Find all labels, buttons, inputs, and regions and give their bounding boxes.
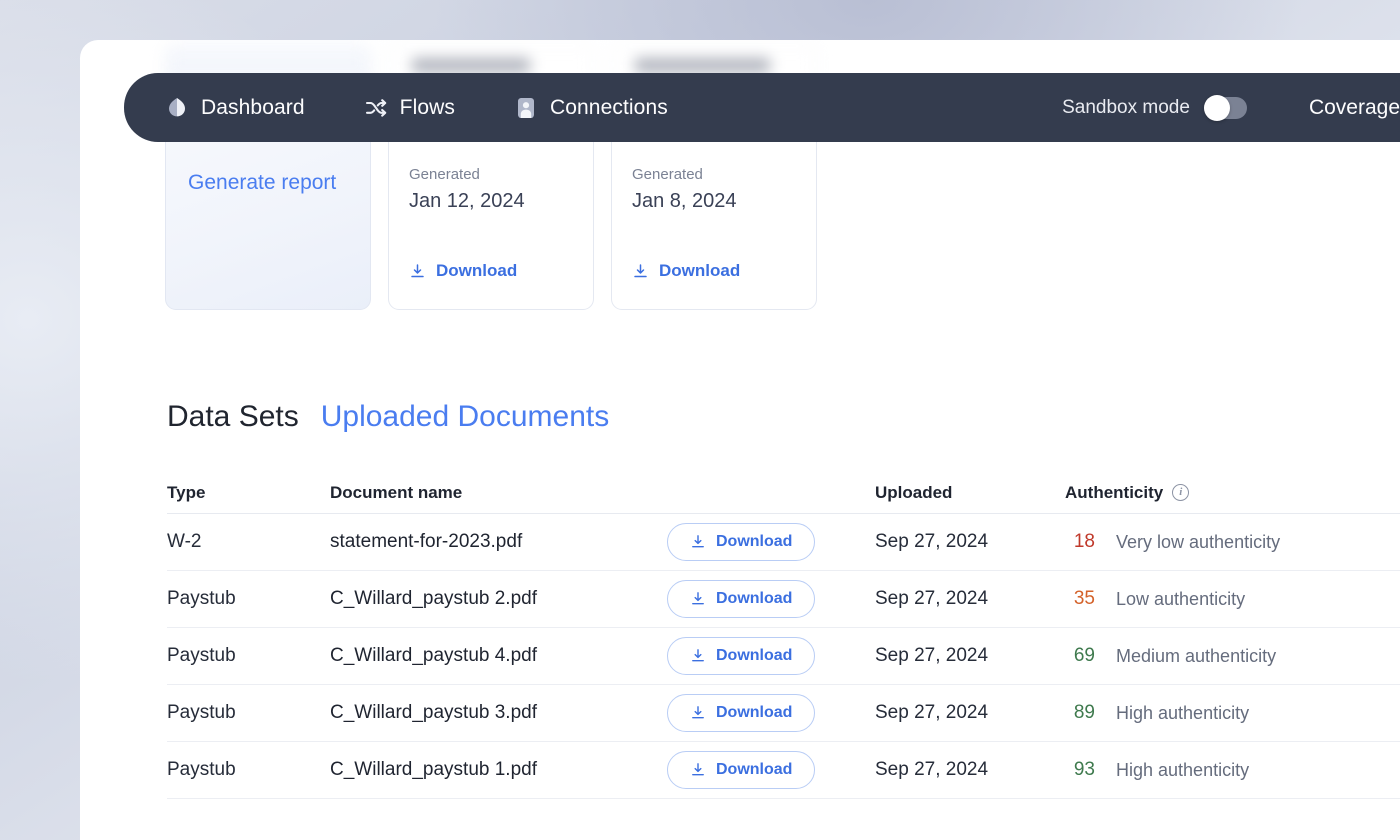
card-download-label: Download	[659, 261, 741, 280]
nav-item-dashboard[interactable]: Dashboard	[166, 96, 305, 120]
cell-document-name: C_Willard_paystub 4.pdf	[330, 645, 537, 666]
cell-download: Download	[667, 523, 875, 561]
download-button[interactable]: Download	[667, 637, 816, 675]
download-button[interactable]: Download	[667, 694, 816, 732]
card-generated-label: Generated	[409, 166, 480, 183]
cell-type: Paystub	[167, 588, 236, 609]
toggle-knob	[1203, 94, 1230, 121]
cell-authenticity: 18 Very low authenticity	[1065, 531, 1400, 553]
cell-type: W-2	[167, 531, 202, 552]
nav-item-label: Flows	[399, 95, 455, 119]
nav-item-label: Connections	[549, 95, 668, 119]
cell-type: Paystub	[167, 645, 236, 666]
cell-type: Paystub	[167, 759, 236, 780]
cell-uploaded: Sep 27, 2024	[875, 588, 989, 609]
card-generated-date: Jan 8, 2024	[632, 190, 737, 212]
cell-authenticity: 89 High authenticity	[1065, 702, 1400, 724]
cell-authenticity: 93 High authenticity	[1065, 759, 1400, 781]
download-icon	[690, 705, 706, 721]
authenticity-label: Low authenticity	[1116, 588, 1246, 609]
download-button[interactable]: Download	[667, 523, 816, 561]
authenticity-score: 69	[1073, 645, 1095, 666]
download-button-label: Download	[716, 647, 793, 664]
table-row: W-2 statement-for-2023.pdf Download Sep …	[167, 514, 1400, 571]
authenticity-score: 89	[1073, 702, 1095, 723]
contact-card-icon	[515, 97, 537, 119]
app-window: Generate report Generated Jan 12, 2024 D…	[80, 40, 1400, 840]
info-icon[interactable]: i	[1172, 484, 1190, 501]
authenticity-label: Medium authenticity	[1116, 645, 1277, 666]
card-generated-date: Jan 12, 2024	[409, 190, 525, 212]
nav-item-coverage[interactable]: Coverage	[1309, 96, 1400, 120]
authenticity-label: Very low authenticity	[1116, 531, 1281, 552]
download-icon	[690, 534, 706, 550]
cell-authenticity: 69 Medium authenticity	[1065, 645, 1400, 667]
authenticity-label: High authenticity	[1116, 759, 1250, 780]
nav-items: Dashboard Flows Connections	[166, 96, 668, 120]
cell-uploaded: Sep 27, 2024	[875, 531, 989, 552]
nav-item-connections[interactable]: Connections	[515, 96, 668, 120]
cell-download: Download	[667, 580, 875, 618]
tab-uploaded-documents[interactable]: Uploaded Documents	[321, 400, 610, 434]
top-navigation-bar: Dashboard Flows Connections Sandbox mode…	[124, 73, 1400, 142]
table-row: Paystub C_Willard_paystub 3.pdf Download…	[167, 685, 1400, 742]
download-button-label: Download	[716, 533, 793, 550]
cell-authenticity: 35 Low authenticity	[1065, 588, 1400, 610]
download-icon	[690, 648, 706, 664]
download-button[interactable]: Download	[667, 580, 816, 618]
uploaded-documents-table: Type Document name Uploaded Authenticity…	[167, 472, 1400, 799]
cell-download: Download	[667, 637, 875, 675]
download-icon	[690, 591, 706, 607]
card-generated-label: Generated	[632, 166, 703, 183]
sandbox-mode-control: Sandbox mode	[1062, 94, 1247, 121]
blurred-card-title	[635, 58, 770, 73]
column-header-authenticity: Authenticity i	[1065, 483, 1400, 503]
column-header-document-name: Document name	[330, 482, 463, 502]
sandbox-mode-label: Sandbox mode	[1062, 96, 1190, 118]
authenticity-score: 35	[1073, 588, 1095, 609]
shuffle-icon	[365, 97, 387, 119]
column-header-uploaded: Uploaded	[875, 482, 953, 502]
table-header-row: Type Document name Uploaded Authenticity…	[167, 472, 1400, 514]
download-icon	[632, 263, 649, 280]
column-header-authenticity-label: Authenticity	[1065, 482, 1164, 502]
authenticity-score: 93	[1073, 759, 1095, 780]
cell-uploaded: Sep 27, 2024	[875, 759, 989, 780]
page-background: Generate report Generated Jan 12, 2024 D…	[0, 0, 1400, 840]
cell-uploaded: Sep 27, 2024	[875, 645, 989, 666]
card-download-button[interactable]: Download	[632, 261, 740, 281]
download-button-label: Download	[716, 590, 793, 607]
download-icon	[409, 263, 426, 280]
download-button[interactable]: Download	[667, 751, 816, 789]
download-icon	[690, 762, 706, 778]
generate-report-link[interactable]: Generate report	[188, 171, 336, 195]
tab-data-sets[interactable]: Data Sets	[167, 400, 299, 434]
authenticity-label: High authenticity	[1116, 702, 1250, 723]
authenticity-score: 18	[1073, 531, 1095, 552]
table-row: Paystub C_Willard_paystub 4.pdf Download…	[167, 628, 1400, 685]
sandbox-mode-toggle[interactable]	[1203, 94, 1247, 121]
cell-download: Download	[667, 694, 875, 732]
cell-type: Paystub	[167, 702, 236, 723]
card-download-label: Download	[436, 261, 518, 280]
cell-document-name: C_Willard_paystub 1.pdf	[330, 759, 537, 780]
column-header-type: Type	[167, 482, 206, 502]
table-row: Paystub C_Willard_paystub 1.pdf Download…	[167, 742, 1400, 799]
nav-item-label: Dashboard	[201, 95, 305, 119]
cell-document-name: statement-for-2023.pdf	[330, 531, 523, 552]
leaf-icon	[166, 97, 188, 119]
cell-uploaded: Sep 27, 2024	[875, 702, 989, 723]
section-tabs: Data Sets Uploaded Documents	[167, 400, 609, 434]
cell-document-name: C_Willard_paystub 3.pdf	[330, 702, 537, 723]
download-button-label: Download	[716, 704, 793, 721]
blurred-card-title	[412, 58, 530, 73]
card-download-button[interactable]: Download	[409, 261, 517, 281]
cell-download: Download	[667, 751, 875, 789]
cell-document-name: C_Willard_paystub 2.pdf	[330, 588, 537, 609]
table-row: Paystub C_Willard_paystub 2.pdf Download…	[167, 571, 1400, 628]
nav-right-group: Sandbox mode Coverage	[1062, 94, 1400, 121]
download-button-label: Download	[716, 761, 793, 778]
nav-item-flows[interactable]: Flows	[365, 96, 455, 120]
